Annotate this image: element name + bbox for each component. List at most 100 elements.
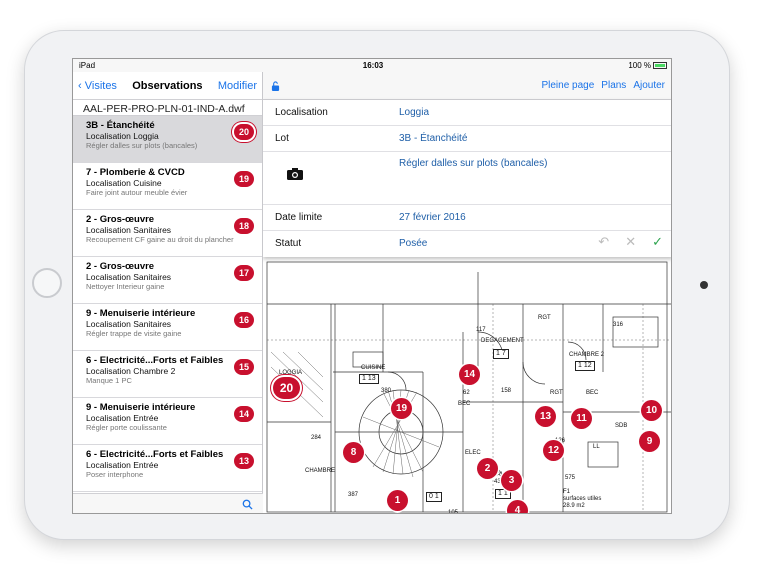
item-desc: Régler porte coulissante — [86, 423, 167, 432]
room-box: 1 12 — [575, 361, 595, 371]
back-button[interactable]: ‹ Visites — [78, 80, 117, 92]
observation-pin[interactable]: 14 — [459, 364, 480, 385]
item-desc: Régler dalles sur plots (bancales) — [86, 141, 198, 150]
dimension: 575 — [565, 475, 576, 481]
observation-pin[interactable]: 20 — [273, 377, 300, 399]
list-item[interactable]: 6 - Electricité...Forts et Faibles Local… — [73, 445, 262, 492]
item-number-badge: 18 — [234, 218, 254, 234]
sidebar-title: Observations — [132, 79, 203, 92]
close-icon[interactable]: ✕ — [625, 234, 636, 250]
dimension: 62 — [463, 390, 470, 396]
camera-dot — [700, 281, 708, 289]
field-value: 27 février 2016 — [399, 212, 466, 223]
item-desc: Faire joint autour meuble évier — [86, 188, 188, 197]
item-title: 3B - Étanchéité — [86, 120, 155, 131]
home-button[interactable] — [32, 268, 62, 298]
deadline-row[interactable]: Date limite 27 février 2016 — [263, 205, 671, 231]
list-item[interactable]: 2 - Gros-œuvre Localisation Sanitaires N… — [73, 257, 262, 304]
status-bar: iPad 16:03 100 % — [73, 59, 671, 72]
room-box: 0 1 — [426, 492, 442, 502]
add-button[interactable]: Ajouter — [633, 80, 665, 91]
plans-button[interactable]: Plans — [601, 80, 626, 91]
field-label: Lot — [275, 133, 289, 144]
item-title: 2 - Gros-œuvre — [86, 214, 155, 225]
observation-pin[interactable]: 8 — [343, 442, 364, 463]
dimension: 117 — [476, 327, 486, 333]
observation-pin[interactable]: 2 — [477, 458, 498, 479]
item-location: Localisation Entrée — [86, 460, 159, 470]
observation-detail-panel: Localisation Loggia Lot 3B - Étanchéité … — [263, 100, 671, 257]
observation-pin[interactable]: 12 — [543, 440, 564, 461]
list-item[interactable]: 9 - Menuiserie intérieure Localisation E… — [73, 398, 262, 445]
room-label: SDB — [615, 423, 628, 429]
edit-button[interactable]: Modifier — [218, 80, 257, 92]
item-title: 9 - Menuiserie intérieure — [86, 402, 196, 413]
plan-toolbar: Pleine page Plans Ajouter — [263, 72, 671, 100]
room-label: DEGAGEMENT — [481, 338, 524, 344]
dimension: 316 — [613, 322, 624, 328]
sidebar-nav: ‹ Visites Observations Modifier — [73, 72, 262, 100]
dimension: 380 — [381, 388, 392, 394]
item-location: Localisation Sanitaires — [86, 272, 172, 282]
list-item[interactable]: 9 - Menuiserie intérieure Localisation S… — [73, 304, 262, 351]
dimension: 387 — [348, 492, 359, 498]
item-number-badge: 13 — [234, 453, 254, 469]
dimension: 284 — [311, 435, 322, 441]
observation-pin[interactable]: 3 — [501, 470, 522, 491]
list-item[interactable]: 7 - Plomberie & CVCD Localisation Cuisin… — [73, 163, 262, 210]
plan-view: LOGGIA CUISINE 1 13 CHAMBRE DEGAGEMENT 1… — [263, 72, 671, 514]
item-title: 6 - Electricité...Forts et Faibles — [86, 355, 224, 366]
observation-pin[interactable]: 19 — [391, 398, 412, 419]
clock: 16:03 — [362, 61, 384, 70]
item-location: Localisation Chambre 2 — [86, 366, 176, 376]
observation-pin[interactable]: 4 — [507, 500, 528, 513]
item-title: 7 - Plomberie & CVCD — [86, 167, 185, 178]
room-label: RGT — [538, 315, 551, 321]
item-desc: Nettoyer Interieur gaine — [86, 282, 165, 291]
room-label: BEC — [458, 401, 471, 407]
item-desc: Poser interphone — [86, 470, 144, 479]
room-label: CHAMBRE — [305, 468, 336, 474]
screen: iPad 16:03 100 % ‹ Visites Observations … — [72, 58, 672, 514]
field-value: Posée — [399, 238, 428, 249]
dimension: 158 — [501, 388, 512, 394]
lot-row[interactable]: Lot 3B - Étanchéité — [263, 126, 671, 152]
item-desc: Manque 1 PC — [86, 376, 132, 385]
field-label: Localisation — [275, 107, 328, 118]
localisation-row[interactable]: Localisation Loggia — [263, 100, 671, 126]
item-desc: Recoupement CF gaine au droit du planche… — [86, 235, 234, 244]
camera-icon[interactable] — [287, 168, 303, 180]
field-label: Statut — [275, 238, 302, 249]
dimension: 105 — [448, 510, 459, 514]
room-label: RGT — [550, 390, 563, 396]
item-desc: Régler trappe de visite gaine — [86, 329, 182, 338]
list-item[interactable]: 2 - Gros-œuvre Localisation Sanitaires R… — [73, 210, 262, 257]
status-row[interactable]: Statut Posée ↶ ✕ ✓ — [263, 231, 671, 257]
observations-sidebar: ‹ Visites Observations Modifier AAL-PER-… — [73, 72, 263, 513]
status-actions: ↶ ✕ ✓ — [598, 234, 663, 250]
search-icon[interactable] — [242, 499, 253, 510]
observation-pin[interactable]: 10 — [641, 400, 662, 421]
undo-icon[interactable]: ↶ — [598, 234, 609, 250]
item-number-badge: 14 — [234, 406, 254, 422]
room-label: BEC — [586, 390, 599, 396]
observation-pin[interactable]: 13 — [535, 406, 556, 427]
list-item[interactable]: 6 - Electricité...Forts et Faibles Local… — [73, 351, 262, 398]
description-row[interactable]: Régler dalles sur plots (bancales) — [263, 152, 671, 205]
item-number-badge: 16 — [234, 312, 254, 328]
item-number-badge: 20 — [234, 124, 254, 140]
item-title: 2 - Gros-œuvre — [86, 261, 155, 272]
list-item[interactable]: 3B - Étanchéité Localisation Loggia Régl… — [73, 116, 262, 163]
item-location: Localisation Sanitaires — [86, 319, 172, 329]
observation-pin[interactable]: 1 — [387, 490, 408, 511]
full-page-button[interactable]: Pleine page — [541, 80, 594, 91]
room-label: CUISINE — [361, 365, 386, 371]
observation-pin[interactable]: 11 — [571, 408, 592, 429]
item-location: Localisation Loggia — [86, 131, 159, 141]
observation-pin[interactable]: 9 — [639, 431, 660, 452]
sidebar-footer — [73, 493, 263, 513]
room-label: surfaces utiles — [563, 496, 602, 502]
room-box: 1 13 — [359, 374, 379, 384]
unlock-icon[interactable] — [271, 80, 280, 91]
check-icon[interactable]: ✓ — [652, 234, 663, 250]
